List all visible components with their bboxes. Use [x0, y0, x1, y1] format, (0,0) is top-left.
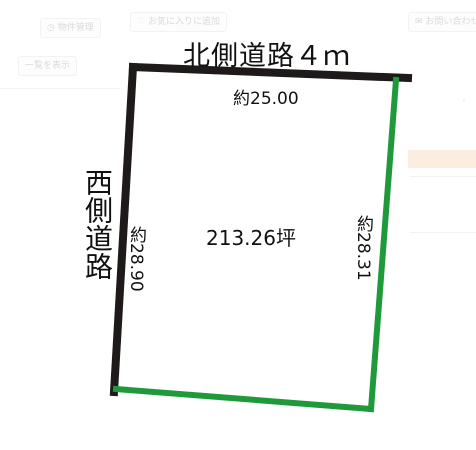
north-edge-dimension: 約25.00: [233, 89, 299, 109]
south-edge-line: [112, 385, 375, 413]
west-edge-dimension: 約28.90: [126, 226, 146, 292]
land-plot-diagram: ♡ お気に入りに追加 ✉ お問い合わせ ◷ 物件管理 一覧を表示 · 北側道路４…: [0, 0, 476, 450]
north-road-label: 北側道路４ｍ: [183, 41, 351, 72]
plot-area-label: 213.26坪: [206, 226, 296, 250]
west-road-label: 西側道路: [81, 168, 114, 280]
east-edge-dimension: 約28.31: [353, 215, 373, 281]
